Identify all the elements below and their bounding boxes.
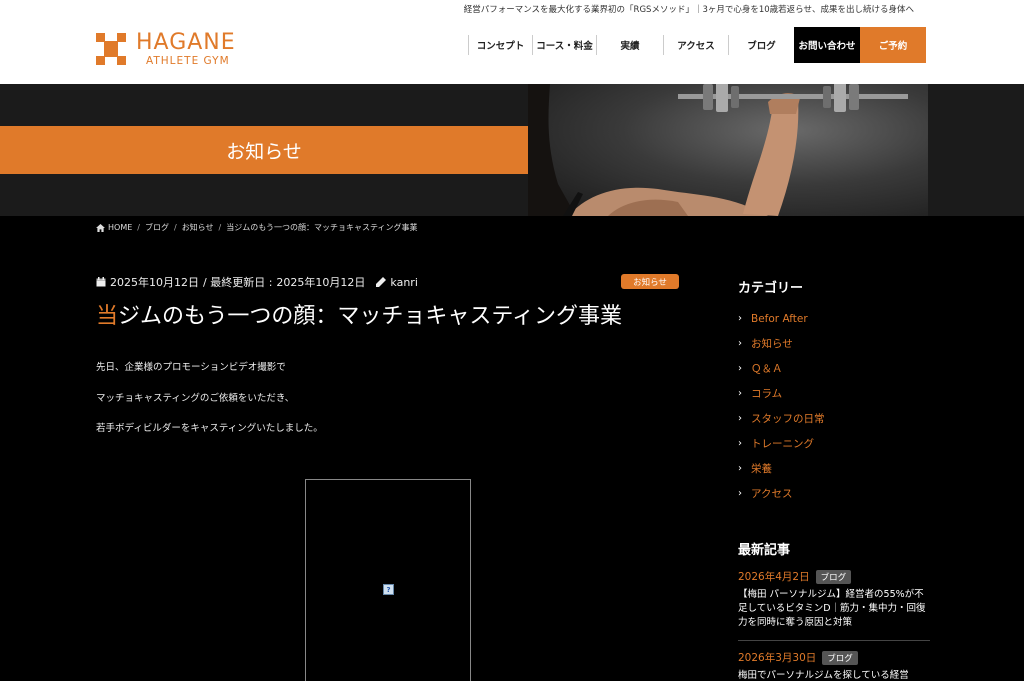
banner-title-bar: お知らせ — [0, 126, 528, 174]
main-nav: コンセプト コース・料金 実績 アクセス ブログ お問い合わせ ご予約 — [468, 27, 926, 63]
category-item[interactable]: › Befor After — [738, 306, 825, 331]
post-category-badge[interactable]: お知らせ — [621, 274, 679, 289]
recent-posts-heading: 最新記事 — [738, 543, 791, 558]
post-title: 当ジムのもう一つの顔：マッチョキャスティング事業 — [96, 304, 623, 329]
post-updated-date: 2025年10月12日 — [276, 276, 366, 289]
categories-heading: カテゴリー — [738, 281, 804, 296]
category-item[interactable]: › 栄養 — [738, 456, 825, 481]
category-item[interactable]: › Ｑ＆Ａ — [738, 356, 825, 381]
chevron-right-icon: › — [738, 488, 742, 499]
category-list: › Befor After › お知らせ › Ｑ＆Ａ › コラム › スタッフの日常 › ト… — [738, 306, 825, 506]
post-paragraph-2: マッチョキャスティングのご依頼をいただき、 — [96, 393, 295, 404]
breadcrumb-blog[interactable]: ブログ — [145, 222, 169, 233]
calendar-icon — [96, 277, 106, 287]
chevron-right-icon: › — [738, 313, 742, 324]
contact-button[interactable]: お問い合わせ — [794, 27, 860, 63]
home-icon — [96, 223, 105, 232]
recent-divider — [738, 640, 930, 641]
broken-media-icon: ? — [383, 584, 394, 595]
chevron-right-icon: › — [738, 413, 742, 424]
recent-post-date: 2026年4月2日 — [738, 571, 810, 583]
banner-photo-dumbbell — [528, 84, 928, 216]
site-header: 経営パフォーマンスを最大化する業界初の「RGSメソッド」｜3ヶ月で心身を10歳若… — [0, 0, 1024, 84]
breadcrumb-current: 当ジムのもう一つの顔：マッチョキャスティング事業 — [226, 223, 418, 232]
page-banner: お知らせ — [0, 84, 1024, 216]
embedded-video[interactable]: ? — [305, 479, 471, 681]
header-tagline: 経営パフォーマンスを最大化する業界初の「RGSメソッド」｜3ヶ月で心身を10歳若… — [463, 5, 914, 15]
chevron-right-icon: › — [738, 388, 742, 399]
post-meta: 2025年10月12日 / 最終更新日 : 2025年10月12日 kanri — [96, 274, 418, 290]
post-paragraph-1: 先日、企業様のプロモーションビデオ撮影で — [96, 362, 286, 373]
logo-sub-text: ATHLETE GYM — [146, 55, 230, 67]
category-item[interactable]: › スタッフの日常 — [738, 406, 825, 431]
nav-access[interactable]: アクセス — [663, 35, 728, 55]
category-item[interactable]: › コラム — [738, 381, 825, 406]
breadcrumb: HOME / ブログ / お知らせ / 当ジムのもう一つの顔：マッチョキャスティ… — [96, 222, 418, 233]
nav-concept[interactable]: コンセプト — [468, 35, 532, 55]
chevron-right-icon: › — [738, 363, 742, 374]
post-date: 2025年10月12日 — [110, 276, 199, 289]
chevron-right-icon: › — [738, 438, 742, 449]
site-logo[interactable]: HAGANE ATHLETE GYM — [96, 32, 236, 67]
logo-mark-icon — [96, 33, 126, 66]
breadcrumb-home[interactable]: HOME — [108, 223, 132, 232]
nav-results[interactable]: 実績 — [596, 35, 663, 55]
recent-post-tag[interactable]: ブログ — [815, 569, 852, 584]
recent-post-item[interactable]: 2026年4月2日 ブログ 【梅田 パーソナルジム】経営者の55%が不足している… — [738, 569, 930, 630]
reserve-button[interactable]: ご予約 — [860, 27, 926, 63]
nav-blog[interactable]: ブログ — [728, 35, 794, 55]
category-item[interactable]: › アクセス — [738, 481, 825, 506]
nav-course-price[interactable]: コース・料金 — [532, 35, 596, 55]
recent-post-title[interactable]: 梅田でパーソナルジムを探している経営 — [738, 669, 930, 681]
recent-post-title[interactable]: 【梅田 パーソナルジム】経営者の55%が不足しているビタミンD｜筋力・集中力・回… — [738, 588, 930, 630]
category-item[interactable]: › トレーニング — [738, 431, 825, 456]
chevron-right-icon: › — [738, 338, 742, 349]
pencil-icon — [376, 277, 387, 287]
category-item[interactable]: › お知らせ — [738, 331, 825, 356]
post-author[interactable]: kanri — [390, 276, 417, 289]
recent-post-item[interactable]: 2026年3月30日 ブログ 梅田でパーソナルジムを探している経営 — [738, 650, 930, 681]
banner-title: お知らせ — [226, 140, 302, 163]
recent-post-tag[interactable]: ブログ — [822, 650, 858, 665]
logo-main-text: HAGANE — [136, 30, 236, 55]
recent-post-date: 2026年3月30日 — [738, 652, 817, 664]
chevron-right-icon: › — [738, 463, 742, 474]
dumbbell-illustration — [528, 84, 908, 216]
breadcrumb-news[interactable]: お知らせ — [182, 222, 214, 233]
post-paragraph-3: 若手ボディビルダーをキャスティングいたしました。 — [96, 423, 323, 434]
updated-label: / 最終更新日 : — [203, 276, 273, 289]
